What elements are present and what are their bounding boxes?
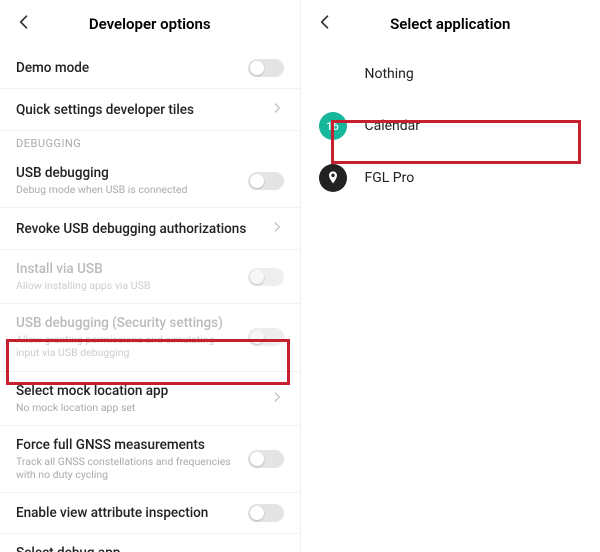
toggle[interactable] <box>248 172 284 190</box>
row-title: Install via USB <box>16 261 238 277</box>
header: Select application <box>301 0 600 48</box>
row-view-attribute-inspection[interactable]: Enable view attribute inspection <box>0 493 300 534</box>
row-title: USB debugging <box>16 165 238 181</box>
chevron-right-icon <box>270 219 284 238</box>
header: Developer options <box>0 0 300 48</box>
row-force-gnss[interactable]: Force full GNSS measurements Track all G… <box>0 426 300 493</box>
row-subtitle: Allow installing apps via USB <box>16 279 238 292</box>
row-title: Select mock location app <box>16 383 260 399</box>
row-subtitle: Allow granting permissions and simulatin… <box>16 333 238 359</box>
row-subtitle: No mock location app set <box>16 401 260 414</box>
developer-options-screen: Developer options Demo mode Quick settin… <box>0 0 301 552</box>
back-icon[interactable] <box>14 12 34 36</box>
chevron-right-icon <box>270 100 284 119</box>
row-title: Demo mode <box>16 60 238 76</box>
calendar-icon: 16 <box>319 112 347 140</box>
app-label: Calendar <box>365 118 421 134</box>
app-label: Nothing <box>365 66 414 82</box>
row-title: Enable view attribute inspection <box>16 505 238 521</box>
row-select-debug-app[interactable]: Select debug app <box>0 534 300 552</box>
row-revoke-usb[interactable]: Revoke USB debugging authorizations <box>0 208 300 250</box>
row-demo-mode[interactable]: Demo mode <box>0 48 300 89</box>
row-select-mock-location[interactable]: Select mock location app No mock locatio… <box>0 372 300 426</box>
toggle <box>248 268 284 286</box>
toggle[interactable] <box>248 504 284 522</box>
select-application-screen: Select application Nothing 16 Calendar F… <box>301 0 600 552</box>
row-subtitle: Debug mode when USB is connected <box>16 183 238 196</box>
row-title: USB debugging (Security settings) <box>16 315 238 331</box>
page-title: Developer options <box>34 15 266 33</box>
app-row-calendar[interactable]: 16 Calendar <box>301 100 600 152</box>
row-title: Select debug app <box>16 545 274 552</box>
location-pin-icon <box>319 164 347 192</box>
toggle[interactable] <box>248 59 284 77</box>
row-title: Revoke USB debugging authorizations <box>16 221 260 237</box>
toggle[interactable] <box>248 450 284 468</box>
section-header-debugging: DEBUGGING <box>0 131 300 154</box>
row-title: Force full GNSS measurements <box>16 437 238 453</box>
row-quick-settings-tiles[interactable]: Quick settings developer tiles <box>0 89 300 131</box>
row-usb-security: USB debugging (Security settings) Allow … <box>0 304 300 371</box>
row-title: Quick settings developer tiles <box>16 102 260 118</box>
app-row-fgl-pro[interactable]: FGL Pro <box>301 152 600 204</box>
app-label: FGL Pro <box>365 170 415 186</box>
toggle <box>248 328 284 346</box>
app-row-nothing[interactable]: Nothing <box>301 48 600 100</box>
row-install-via-usb: Install via USB Allow installing apps vi… <box>0 250 300 304</box>
back-icon[interactable] <box>315 12 335 36</box>
row-usb-debugging[interactable]: USB debugging Debug mode when USB is con… <box>0 154 300 208</box>
page-title: Select application <box>335 15 567 33</box>
row-subtitle: Track all GNSS constellations and freque… <box>16 455 238 481</box>
chevron-right-icon <box>270 389 284 408</box>
app-icon-empty <box>319 60 347 88</box>
